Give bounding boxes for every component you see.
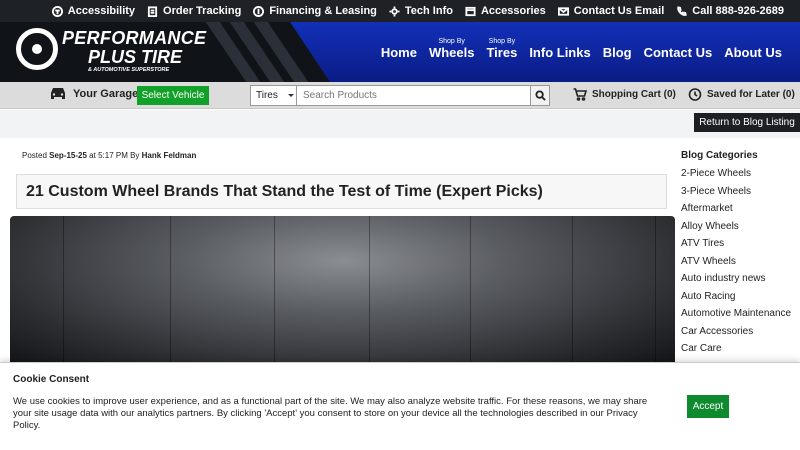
- posted-date: Sep-15-25: [49, 151, 87, 160]
- nav-contact[interactable]: Contact Us: [644, 45, 713, 60]
- search-category-value: Tires: [256, 90, 278, 101]
- hero-panel-line: [572, 216, 573, 366]
- main-nav: Home Shop By Wheels Shop By Tires Info L…: [369, 38, 782, 60]
- search-icon: [534, 90, 546, 101]
- category-link[interactable]: Car Care: [681, 343, 800, 361]
- contact-email-link[interactable]: Contact Us Email: [557, 5, 665, 17]
- search-button[interactable]: [531, 85, 550, 106]
- financing-link[interactable]: Financing & Leasing: [253, 5, 377, 17]
- hero-panel-line: [274, 216, 275, 366]
- phone-icon: [677, 5, 688, 16]
- nav-blog-label: Blog: [602, 45, 632, 60]
- wheel-logo-icon: [16, 28, 58, 70]
- select-vehicle-button[interactable]: Select Vehicle: [137, 86, 209, 105]
- clipboard-icon: [147, 5, 158, 17]
- hero-panel-line: [655, 216, 656, 366]
- dollar-icon: [253, 5, 265, 17]
- nav-tires-sub: Shop By: [488, 38, 516, 45]
- tech-info-link[interactable]: Tech Info: [389, 5, 453, 17]
- your-garage[interactable]: Your Garage: [50, 87, 138, 100]
- category-link[interactable]: ATV Tires: [681, 238, 800, 256]
- nav-tires-label: Tires: [486, 45, 518, 60]
- product-search: Tires: [250, 85, 550, 106]
- nav-wheels[interactable]: Shop By Wheels: [429, 38, 475, 60]
- search-category-select[interactable]: Tires: [250, 85, 297, 106]
- blog-listing-bar: [0, 110, 800, 138]
- nav-home-label: Home: [380, 45, 417, 60]
- car-icon: [51, 88, 65, 99]
- hero-panel-line: [170, 216, 171, 366]
- hero-panel-line: [369, 216, 370, 366]
- search-input[interactable]: [297, 85, 531, 106]
- return-to-blog-listing-button[interactable]: Return to Blog Listing: [694, 113, 800, 132]
- logo-line-1: PERFORMANCE: [62, 28, 207, 48]
- category-link[interactable]: Automotive Maintenance: [681, 308, 800, 326]
- envelope-icon: [557, 6, 569, 16]
- cookie-consent-title: Cookie Consent: [13, 374, 90, 385]
- nav-about-label: About Us: [724, 45, 782, 60]
- saved-for-later[interactable]: Saved for Later (0): [688, 88, 795, 101]
- posted-prefix: Posted: [22, 151, 47, 160]
- nav-blog[interactable]: Blog: [603, 45, 632, 60]
- shopping-cart-label: Shopping Cart (0): [592, 89, 676, 100]
- category-link[interactable]: Aftermarket: [681, 203, 800, 221]
- accessibility-label: Accessibility: [67, 5, 136, 17]
- order-tracking-link[interactable]: Order Tracking: [147, 5, 241, 17]
- article-title-box: 21 Custom Wheel Brands That Stand the Te…: [16, 174, 667, 209]
- article-hero-image: [10, 216, 675, 366]
- box-icon: [465, 6, 476, 16]
- tech-info-label: Tech Info: [404, 5, 453, 17]
- hero-panel-line: [470, 216, 471, 366]
- article-title: 21 Custom Wheel Brands That Stand the Te…: [26, 182, 543, 200]
- post-author: Hank Feldman: [141, 151, 197, 160]
- order-tracking-label: Order Tracking: [163, 5, 242, 17]
- nav-home[interactable]: Home: [381, 45, 417, 60]
- toolbar: Your Garage Select Vehicle Tires Shoppin…: [0, 82, 800, 109]
- nav-info-links[interactable]: Info Links: [529, 45, 590, 60]
- blog-categories-sidebar: Blog Categories 2-Piece Wheels 3-Piece W…: [681, 150, 800, 361]
- category-link[interactable]: Auto Racing: [681, 291, 800, 309]
- nav-wheels-label: Wheels: [428, 45, 475, 60]
- accessibility-link[interactable]: Accessibility: [51, 5, 136, 17]
- shopping-cart[interactable]: Shopping Cart (0): [573, 88, 676, 101]
- site-logo[interactable]: PERFORMANCE PLUS TIRE & AUTOMOTIVE SUPER…: [14, 26, 214, 78]
- category-link[interactable]: 2-Piece Wheels: [681, 168, 800, 186]
- logo-line-2: PLUS TIRE: [88, 47, 183, 67]
- nav-info-links-label: Info Links: [529, 45, 591, 60]
- category-link[interactable]: Auto industry news: [681, 273, 800, 291]
- posted-time: at 5:17 PM By: [89, 151, 140, 160]
- utility-bar: Accessibility Order Tracking Financing &…: [0, 0, 800, 22]
- nav-tires[interactable]: Shop By Tires: [486, 38, 517, 60]
- blog-categories-title: Blog Categories: [681, 150, 758, 161]
- nav-contact-label: Contact Us: [643, 45, 713, 60]
- site-header: PERFORMANCE PLUS TIRE & AUTOMOTIVE SUPER…: [0, 22, 800, 82]
- accessories-link[interactable]: Accessories: [465, 5, 546, 17]
- hero-panel-line: [63, 216, 64, 366]
- category-link[interactable]: Alloy Wheels: [681, 221, 800, 239]
- cookie-consent-text: We use cookies to improve user experienc…: [13, 396, 648, 431]
- call-label: Call 888-926-2689: [692, 5, 784, 17]
- category-link[interactable]: Car Accessories: [681, 326, 800, 344]
- accessories-label: Accessories: [480, 5, 546, 17]
- call-link[interactable]: Call 888-926-2689: [676, 5, 784, 17]
- accessibility-icon: [51, 5, 63, 17]
- financing-label: Financing & Leasing: [269, 5, 377, 17]
- post-meta: Posted Sep-15-25 at 5:17 PM By Hank Feld…: [22, 151, 196, 160]
- nav-wheels-sub: Shop By: [438, 38, 465, 45]
- cookie-consent-banner: Cookie Consent We use cookies to improve…: [0, 362, 800, 450]
- category-link[interactable]: 3-Piece Wheels: [681, 186, 800, 204]
- logo-tagline: & AUTOMOTIVE SUPERSTORE: [88, 67, 170, 73]
- nav-about[interactable]: About Us: [724, 45, 782, 60]
- your-garage-label: Your Garage: [73, 87, 139, 100]
- saved-for-later-label: Saved for Later (0): [707, 89, 795, 100]
- cart-icon: [573, 88, 587, 101]
- category-link[interactable]: ATV Wheels: [681, 256, 800, 274]
- gear-icon: [389, 5, 400, 17]
- accept-cookies-button[interactable]: Accept: [687, 395, 729, 418]
- history-icon: [688, 88, 702, 101]
- contact-email-label: Contact Us Email: [573, 5, 665, 17]
